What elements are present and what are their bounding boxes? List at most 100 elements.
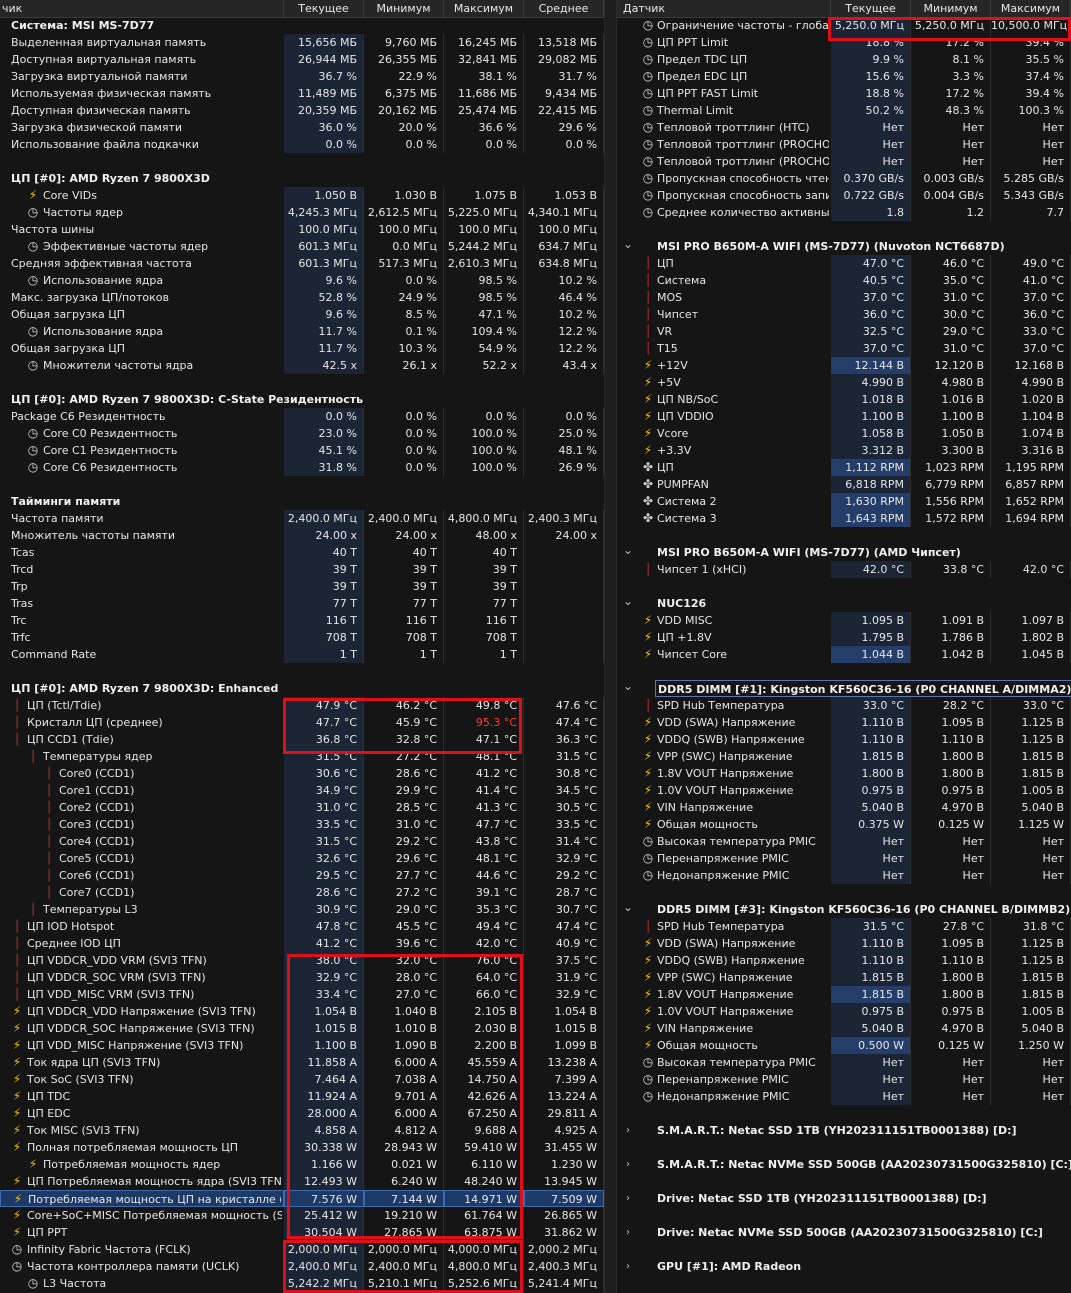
sensor-row[interactable]: │ Чипсет 36.0 °C 30.0 °C 36.0 °C xyxy=(617,306,1071,323)
sensor-row[interactable]: ◷ Core C6 Резидентность 31.8 % 0.0 % 100.0 %… xyxy=(0,459,604,476)
sensor-row[interactable]: ◷ Множители частоты ядра 42.5 x 26.1 x 52.2 … xyxy=(0,357,604,374)
sensor-row[interactable]: ◷ Высокая температура PMIC Нет Нет Нет xyxy=(617,1054,1071,1071)
group-row[interactable]: ⌄ MSI PRO B650M-A WIFI (MS-7D77) (Nuvoton… xyxy=(617,238,1071,255)
sensor-row[interactable]: Command Rate 1 T1 T1 T xyxy=(0,646,604,663)
sensor-name-cell[interactable]: ⚡ ЦП VDDCR_SOC Напряжение (SVI3 TFN) xyxy=(0,1020,284,1037)
sensor-row[interactable]: Использование файла подкачки 0.0 % 0.0 % 0.… xyxy=(0,136,604,153)
sensor-name-cell[interactable]: ◷ Частота контроллера памяти (UCLK) xyxy=(0,1258,284,1275)
sensor-name-cell[interactable]: │ Система xyxy=(617,272,831,289)
sensor-row[interactable]: ⚡ ЦП VDDCR_VDD Напряжение (SVI3 TFN) 1.054… xyxy=(0,1003,604,1020)
group-row[interactable]: ЦП [#0]: AMD Ryzen 7 9800X3D: Enhanced xyxy=(0,680,604,697)
sensor-row[interactable]: ◷ Частоты ядер 4,245.3 МГц 2,612.5 МГц 5,225… xyxy=(0,204,604,221)
sensor-name-cell[interactable]: ⚡ 1.0V VOUT Напряжение xyxy=(617,782,831,799)
sensor-name-cell[interactable]: ✤ Система 3 xyxy=(617,510,831,527)
sensor-name-cell[interactable]: ◷ Тепловой троттлинг (HTC) xyxy=(617,119,831,136)
chevron-icon[interactable]: › xyxy=(621,1190,635,1207)
sensor-name-cell[interactable]: Доступная виртуальная память xyxy=(0,51,284,68)
sensor-row[interactable]: ◷ Эффективные частоты ядер 601.3 МГц 0.0 МГ… xyxy=(0,238,604,255)
sensor-name-cell[interactable]: ⚡ Полная потребляемая мощность ЦП xyxy=(0,1139,284,1156)
sensor-name-cell[interactable]: ⚡ Потребляемая мощность ядер xyxy=(0,1156,284,1173)
sensor-name-cell[interactable]: │ T15 xyxy=(617,340,831,357)
sensor-name-cell[interactable]: Использование файла подкачки xyxy=(0,136,284,153)
sensor-row[interactable]: ⚡ Vcore 1.058 В 1.050 В 1.074 В xyxy=(617,425,1071,442)
group-row[interactable]: Система: MSI MS-7D77 xyxy=(0,17,604,34)
sensor-name-cell[interactable]: ✤ Система 2 xyxy=(617,493,831,510)
sensor-row[interactable]: Общая загрузка ЦП 11.7 % 10.3 % 54.9 % 12.2 … xyxy=(0,340,604,357)
sensor-row[interactable]: ◷ Недонапряжение PMIC Нет Нет Нет xyxy=(617,1088,1071,1105)
sensor-name-cell[interactable]: │ ЦП VDDCR_SOC VRM (SVI3 TFN) xyxy=(0,969,284,986)
sensor-name-cell[interactable]: Выделенная виртуальная память xyxy=(0,34,284,51)
sensor-row[interactable]: Загрузка физической памяти 36.0 % 20.0 % 36… xyxy=(0,119,604,136)
sensor-name-cell[interactable]: Макс. загрузка ЦП/потоков xyxy=(0,289,284,306)
sensor-name-cell[interactable]: ◷ Core C1 Резидентность xyxy=(0,442,284,459)
sensor-name-cell[interactable]: │ ЦП CCD1 (Tdie) xyxy=(0,731,284,748)
chevron-icon[interactable]: ⌄ xyxy=(621,901,635,918)
sensor-row[interactable]: │ ЦП CCD1 (Tdie) 36.8 °C 32.8 °C 47.1 °C 36.3… xyxy=(0,731,604,748)
sensor-name-cell[interactable]: Trfc xyxy=(0,629,284,646)
group-row[interactable]: ⌄ DDR5 DIMM [#3]: Kingston KF560C36-16 (P… xyxy=(617,901,1071,918)
sensor-row[interactable]: ◷ Тепловой троттлинг (PROCHO... Нет Нет Нет xyxy=(617,136,1071,153)
sensor-name-cell[interactable]: ◷ Перенапряжение PMIC xyxy=(617,850,831,867)
sensor-name-cell[interactable]: ⚡ Vcore xyxy=(617,425,831,442)
sensor-row[interactable]: │ Core5 (CCD1) 32.6 °C 29.6 °C 48.1 °C 32.9 °… xyxy=(0,850,604,867)
sensor-name-cell[interactable]: │ Температуры L3 xyxy=(0,901,284,918)
sensor-name-cell[interactable]: ⚡ VIN Напряжение xyxy=(617,799,831,816)
sensor-name-cell[interactable]: ◷ Core C0 Резидентность xyxy=(0,425,284,442)
sensor-name-cell[interactable]: ◷ Использование ядра xyxy=(0,272,284,289)
sensor-name-cell[interactable]: ⚡ VDDQ (SWB) Напряжение xyxy=(617,731,831,748)
group-row[interactable]: ⌄ DDR5 DIMM [#1]: Kingston KF560C36-16 (P… xyxy=(617,680,1071,697)
sensor-name-cell[interactable]: ⚡ 1.8V VOUT Напряжение xyxy=(617,986,831,1003)
sensor-row[interactable]: ⚡ Общая мощность 0.500 W 0.125 W 1.250 W xyxy=(617,1037,1071,1054)
sensor-row[interactable]: ✤ Система 3 1,643 RPM 1,572 RPM 1,694 RPM xyxy=(617,510,1071,527)
sensor-row[interactable]: │ Температуры ядер 31.5 °C 27.2 °C 48.1 °C 31… xyxy=(0,748,604,765)
sensor-row[interactable]: ◷ Infinity Fabric Частота (FCLK) 2,000.0 М… xyxy=(0,1241,604,1258)
sensor-name-cell[interactable]: Trcd xyxy=(0,561,284,578)
sensor-row[interactable]: ◷Пропускная способность чтени...0.370 GB… xyxy=(617,170,1071,187)
sensor-row[interactable]: │ Core1 (CCD1) 34.9 °C 29.9 °C 41.4 °C 34.5 °… xyxy=(0,782,604,799)
group-row[interactable]: ЦП [#0]: AMD Ryzen 7 9800X3D xyxy=(0,170,604,187)
sensor-row[interactable]: ⚡ 1.0V VOUT Напряжение 0.975 В 0.975 В 1.005… xyxy=(617,782,1071,799)
group-row[interactable]: Тайминги памяти xyxy=(0,493,604,510)
sensor-name-cell[interactable]: Загрузка физической памяти xyxy=(0,119,284,136)
sensor-row[interactable]: ⚡ VDD MISC 1.095 В 1.091 В 1.097 В xyxy=(617,612,1071,629)
sensor-name-cell[interactable]: Trc xyxy=(0,612,284,629)
sensor-row[interactable]: ⚡ Ток MISC (SVI3 TFN) 4.858 A 4.812 A 9.688 … xyxy=(0,1122,604,1139)
sensor-name-cell[interactable]: Tras xyxy=(0,595,284,612)
sensor-name-cell[interactable]: ⚡ VDD (SWA) Напряжение xyxy=(617,935,831,952)
sensor-row[interactable]: ⚡ Чипсет Core 1.044 В 1.042 В 1.045 В xyxy=(617,646,1071,663)
sensor-row[interactable]: │ Core3 (CCD1) 33.5 °C 31.0 °C 47.7 °C 33.5 °… xyxy=(0,816,604,833)
sensor-row[interactable]: ⚡ ЦП NB/SoC 1.018 В 1.016 В 1.020 В xyxy=(617,391,1071,408)
sensor-name-cell[interactable]: │ Core7 (CCD1) xyxy=(0,884,284,901)
sensor-name-cell[interactable]: ◷ Высокая температура PMIC xyxy=(617,833,831,850)
sensor-name-cell[interactable]: ⚡ VDDQ (SWB) Напряжение xyxy=(617,952,831,969)
group-row[interactable]: › S.M.A.R.T.: Netac NVMe SSD 500GB (AA202… xyxy=(617,1156,1071,1173)
sensor-row[interactable]: ⚡ Общая мощность 0.375 W 0.125 W 1.125 W xyxy=(617,816,1071,833)
sensor-name-cell[interactable]: ⚡ Чипсет Core xyxy=(617,646,831,663)
sensor-name-cell[interactable]: ◷ Среднее количество активных... xyxy=(617,204,831,221)
sensor-name-cell[interactable]: │ Core5 (CCD1) xyxy=(0,850,284,867)
sensor-name-cell[interactable]: ⚡ +12V xyxy=(617,357,831,374)
sensor-row[interactable]: ⚡ VDD (SWA) Напряжение 1.110 В 1.095 В 1.125… xyxy=(617,935,1071,952)
sensor-row[interactable]: ⚡ VIN Напряжение 5.040 В 4.970 В 5.040 В xyxy=(617,799,1071,816)
sensor-row[interactable]: ⚡ ЦП EDC 28.000 A 6.000 A 67.250 A 29.811 A xyxy=(0,1105,604,1122)
sensor-row[interactable]: ◷ Тепловой троттлинг (PROCHO... Нет Нет Нет xyxy=(617,153,1071,170)
sensor-row[interactable]: ◷ ЦП PPT Limit 18.8 % 17.2 % 39.4 % xyxy=(617,34,1071,51)
sensor-row[interactable]: │ Температуры L3 30.9 °C 29.0 °C 35.3 °C 30.7… xyxy=(0,901,604,918)
sensor-row[interactable]: │ Кристалл ЦП (среднее) 47.7 °C 45.9 °C 95.3… xyxy=(0,714,604,731)
header-current[interactable]: Текущее xyxy=(284,0,364,17)
chevron-icon[interactable]: ⌄ xyxy=(621,680,635,697)
sensor-row[interactable]: ⚡ +5V 4.990 В 4.980 В 4.990 В xyxy=(617,374,1071,391)
sensor-name-cell[interactable]: │ ЦП VDD_MISC VRM (SVI3 TFN) xyxy=(0,986,284,1003)
sensor-name-cell[interactable]: Tcas xyxy=(0,544,284,561)
chevron-icon[interactable]: › xyxy=(621,1258,635,1275)
sensor-row[interactable]: ⚡ Потребляемая мощность ядер 1.166 W 0.021 … xyxy=(0,1156,604,1173)
sensor-name-cell[interactable]: ◷ Перенапряжение PMIC xyxy=(617,1071,831,1088)
sensor-name-cell[interactable]: ⚡ VPP (SWC) Напряжение xyxy=(617,969,831,986)
chevron-icon[interactable]: ⌄ xyxy=(621,544,635,561)
header-max-right[interactable]: Максимум xyxy=(991,0,1071,17)
sensor-row[interactable]: │ ЦП VDD_MISC VRM (SVI3 TFN) 33.4 °C 27.0 °… xyxy=(0,986,604,1003)
sensor-row[interactable]: Доступная физическая память 20,359 МБ 20,1… xyxy=(0,102,604,119)
header-sensor-right[interactable]: Датчик xyxy=(617,0,831,17)
sensor-row[interactable]: ⚡ ЦП VDD_MISC Напряжение (SVI3 TFN) 1.100 … xyxy=(0,1037,604,1054)
group-row[interactable]: › Drive: Netac SSD 1TB (YH202311151TB0001… xyxy=(617,1190,1071,1207)
